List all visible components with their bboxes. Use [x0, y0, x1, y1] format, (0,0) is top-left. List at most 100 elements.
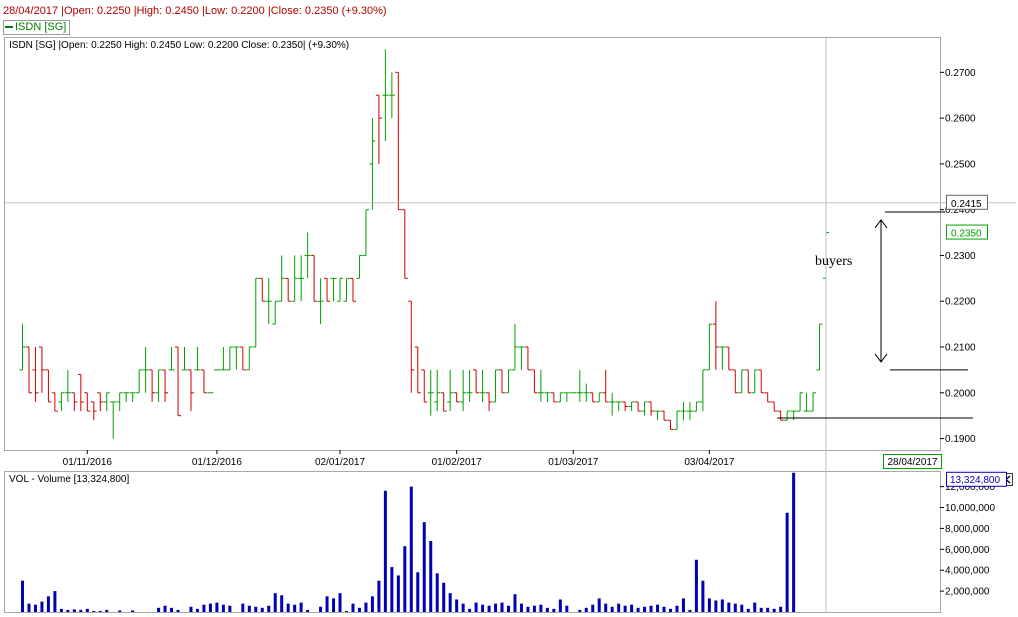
last-volume-label: 13,324,800	[950, 475, 1000, 486]
volume-bar	[383, 490, 387, 612]
volume-bar	[208, 603, 212, 612]
volume-bar	[733, 603, 737, 612]
volume-bar	[513, 594, 517, 612]
volume-bar	[85, 608, 89, 612]
date-axis-tick-label: 01/02/2017	[432, 457, 482, 468]
volume-bar	[487, 605, 491, 612]
volume-bar	[370, 596, 374, 612]
volume-bar	[772, 608, 776, 612]
volume-bar	[176, 609, 180, 612]
volume-bar	[656, 604, 660, 612]
volume-bar	[345, 610, 348, 612]
volume-bar	[785, 512, 789, 612]
volume-bar	[519, 603, 523, 612]
volume-bar	[766, 607, 770, 612]
volume-bar	[675, 605, 679, 612]
volume-bar	[526, 606, 530, 612]
volume-bar	[131, 610, 135, 612]
date-axis-tick-label: 01/11/2016	[63, 457, 113, 468]
volume-bar	[623, 605, 627, 612]
volume-axis-tick-label: 4,000,000	[945, 566, 990, 577]
volume-bar	[746, 608, 750, 612]
volume-bar	[241, 603, 245, 612]
volume-bar	[59, 608, 63, 612]
volume-bar	[669, 608, 672, 612]
volume-bar	[597, 598, 601, 612]
volume-bar	[357, 607, 361, 612]
volume-bar	[714, 600, 718, 612]
volume-axis-tick-label: 6,000,000	[945, 545, 990, 556]
volume-bar	[500, 602, 504, 612]
volume-bar	[584, 607, 588, 612]
volume-bar	[247, 605, 251, 612]
volume-bar	[396, 575, 400, 612]
volume-bar	[681, 598, 685, 612]
volume-bar	[578, 609, 582, 612]
price-axis-tick-label: 0.2000	[945, 388, 976, 399]
volume-panel-title: VOL - Volume [13,324,800]	[9, 474, 129, 485]
volume-bar	[53, 591, 57, 612]
volume-bar	[306, 609, 310, 612]
volume-bar	[643, 606, 647, 612]
volume-axis-tick-label: 2,000,000	[945, 587, 990, 598]
volume-series	[21, 472, 796, 612]
volume-bar	[364, 602, 368, 612]
volume-bar	[280, 595, 284, 612]
volume-bar	[299, 602, 303, 612]
date-axis-tick-label: 03/04/2017	[684, 457, 734, 468]
volume-bar	[507, 605, 510, 612]
volume-bar	[215, 602, 219, 612]
volume-bar	[442, 582, 446, 612]
volume-bar	[260, 607, 264, 612]
volume-bar	[416, 572, 420, 612]
volume-bar	[403, 546, 407, 612]
chart-canvas[interactable]: ISDN [SG] |Open: 0.2250 High: 0.2450 Low…	[0, 0, 1018, 617]
volume-bar	[759, 607, 763, 612]
price-axis-tick-label: 0.1900	[945, 434, 976, 445]
volume-bar	[377, 580, 381, 612]
volume-bar	[254, 606, 258, 612]
volume-bar	[701, 580, 705, 612]
volume-bar	[610, 606, 614, 612]
volume-bar	[46, 596, 50, 612]
volume-bar	[66, 609, 70, 612]
date-axis-tick-label: 02/01/2017	[315, 457, 365, 468]
volume-bar	[293, 604, 297, 612]
volume-bar	[228, 605, 232, 612]
volume-bar	[539, 604, 543, 612]
volume-bar	[662, 606, 666, 612]
crosshair-price-label: 0.2415	[951, 199, 982, 210]
volume-bar	[267, 605, 271, 612]
volume-axis-tick-label: 8,000,000	[945, 524, 990, 535]
volume-bar	[157, 607, 161, 612]
volume-bar	[79, 609, 83, 612]
price-axis-tick-label: 0.2600	[945, 114, 976, 125]
crosshair-date-label: 28/04/2017	[887, 457, 937, 468]
price-axis-tick-label: 0.2700	[945, 68, 976, 79]
volume-bar	[565, 605, 569, 612]
volume-bar	[688, 609, 692, 612]
volume-bar	[429, 540, 433, 612]
volume-bar	[474, 602, 478, 612]
volume-bar	[753, 602, 757, 612]
volume-bar	[202, 604, 206, 612]
volume-bar	[552, 608, 556, 612]
price-axis-tick-label: 0.2100	[945, 343, 976, 354]
volume-bar	[707, 598, 711, 612]
price-series	[19, 49, 830, 439]
volume-bar	[461, 603, 465, 612]
volume-bar	[604, 603, 608, 612]
volume-bar	[740, 604, 744, 612]
price-axis-tick-label: 0.2300	[945, 251, 976, 262]
volume-bar	[189, 606, 193, 612]
volume-bar	[170, 607, 174, 612]
volume-bar	[351, 603, 355, 612]
volume-bar	[332, 598, 336, 612]
annotation: 0.2415 0.2350 28/04/2017 buyers	[5, 38, 1016, 612]
volume-bar	[630, 604, 634, 612]
date-axis-tick-label: 01/03/2017	[548, 457, 598, 468]
last-price-label: 0.2350	[951, 229, 982, 240]
volume-bar	[273, 593, 277, 612]
volume-bar	[27, 603, 31, 612]
volume-bar	[481, 604, 485, 612]
